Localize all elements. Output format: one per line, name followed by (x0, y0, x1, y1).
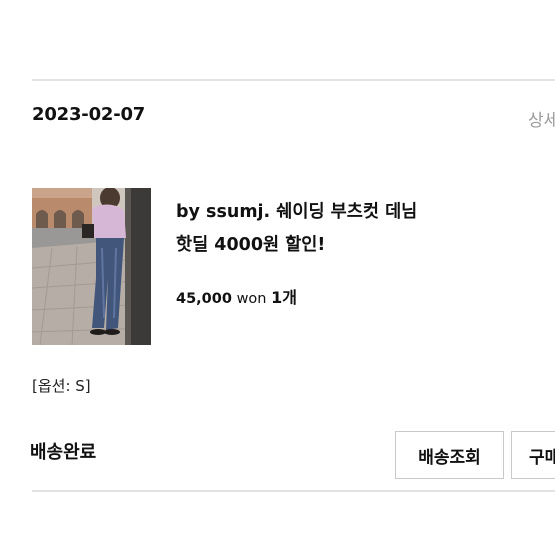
order-detail-link[interactable]: 상세 (528, 106, 555, 131)
track-delivery-button[interactable]: 배송조회 (395, 431, 504, 479)
price-currency: won (236, 291, 267, 307)
bottom-divider (32, 490, 555, 492)
buy-again-button[interactable]: 구매 (511, 431, 555, 479)
delivery-status: 배송완료 (30, 442, 97, 463)
order-date: 2023-02-07 (32, 104, 146, 125)
product-photo-image (32, 188, 151, 345)
product-price: 45,000 (176, 291, 232, 307)
product-name-line1: by ssumj. 쉐이딩 부츠컷 데님 (176, 202, 418, 222)
product-option: [옵션: S] (32, 377, 91, 395)
product-name[interactable]: by ssumj. 쉐이딩 부츠컷 데님 핫딜 4000원 할인! (176, 196, 506, 262)
price-line: 45,000 won 1개 (176, 284, 297, 308)
product-quantity: 1개 (271, 288, 297, 307)
product-name-line2: 핫딜 4000원 할인! (176, 235, 326, 255)
product-thumbnail[interactable] (32, 188, 151, 345)
top-divider (32, 79, 555, 81)
